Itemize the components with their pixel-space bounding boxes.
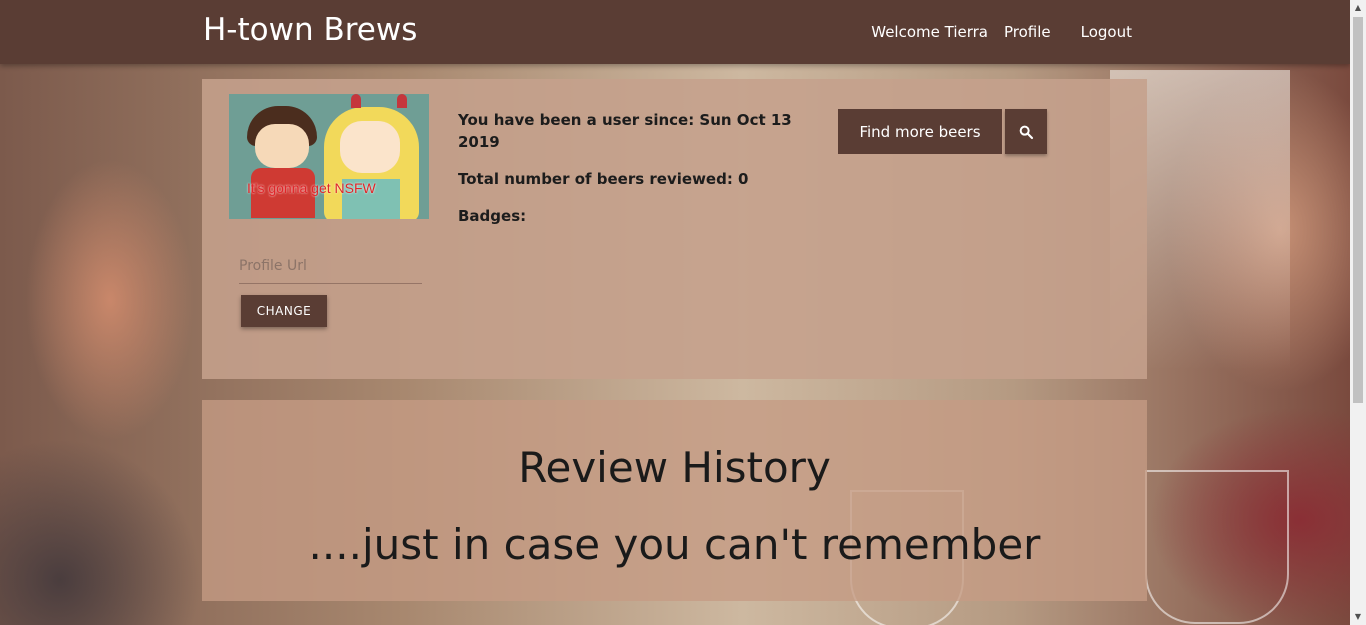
logout-link[interactable]: Logout: [1081, 23, 1132, 41]
change-button[interactable]: CHANGE: [241, 295, 327, 327]
review-history-title: Review History: [518, 443, 831, 492]
profile-panel: It's gonna get NSFW You have been a user…: [202, 79, 1147, 379]
review-history-panel: Review History ....just in case you can'…: [202, 400, 1147, 601]
page-scrollbar[interactable]: ▲ ▼: [1350, 0, 1366, 625]
profile-link[interactable]: Profile: [1004, 23, 1051, 41]
avatar-girl-figure: [324, 99, 419, 219]
nav-links: Welcome Tierra Profile Logout: [871, 0, 1132, 64]
profile-info: You have been a user since: Sun Oct 13 2…: [458, 109, 818, 242]
scroll-up-icon[interactable]: ▲: [1350, 0, 1366, 16]
search-button[interactable]: [1005, 109, 1047, 154]
avatar-boy-figure: [247, 106, 317, 218]
review-history-subtitle: ....just in case you can't remember: [308, 520, 1041, 569]
scrollbar-thumb[interactable]: [1353, 17, 1363, 403]
search-icon: [1019, 125, 1034, 139]
profile-url-input[interactable]: [239, 249, 422, 284]
avatar-caption: It's gonna get NSFW: [247, 180, 376, 196]
total-reviewed-text: Total number of beers reviewed: 0: [458, 170, 749, 188]
brand-title[interactable]: H-town Brews: [203, 12, 417, 48]
scroll-down-icon[interactable]: ▼: [1350, 609, 1366, 625]
horn-right-icon: [397, 94, 407, 108]
user-since-text: You have been a user since: Sun Oct 13 2…: [458, 111, 792, 151]
avatar: It's gonna get NSFW: [229, 94, 429, 219]
wine-glass: [1145, 470, 1289, 624]
horn-left-icon: [351, 94, 361, 108]
find-more-beers-button[interactable]: Find more beers: [838, 109, 1002, 154]
badges-label: Badges:: [458, 207, 527, 225]
welcome-text: Welcome Tierra: [871, 23, 988, 41]
navbar: H-town Brews Welcome Tierra Profile Logo…: [0, 0, 1350, 64]
